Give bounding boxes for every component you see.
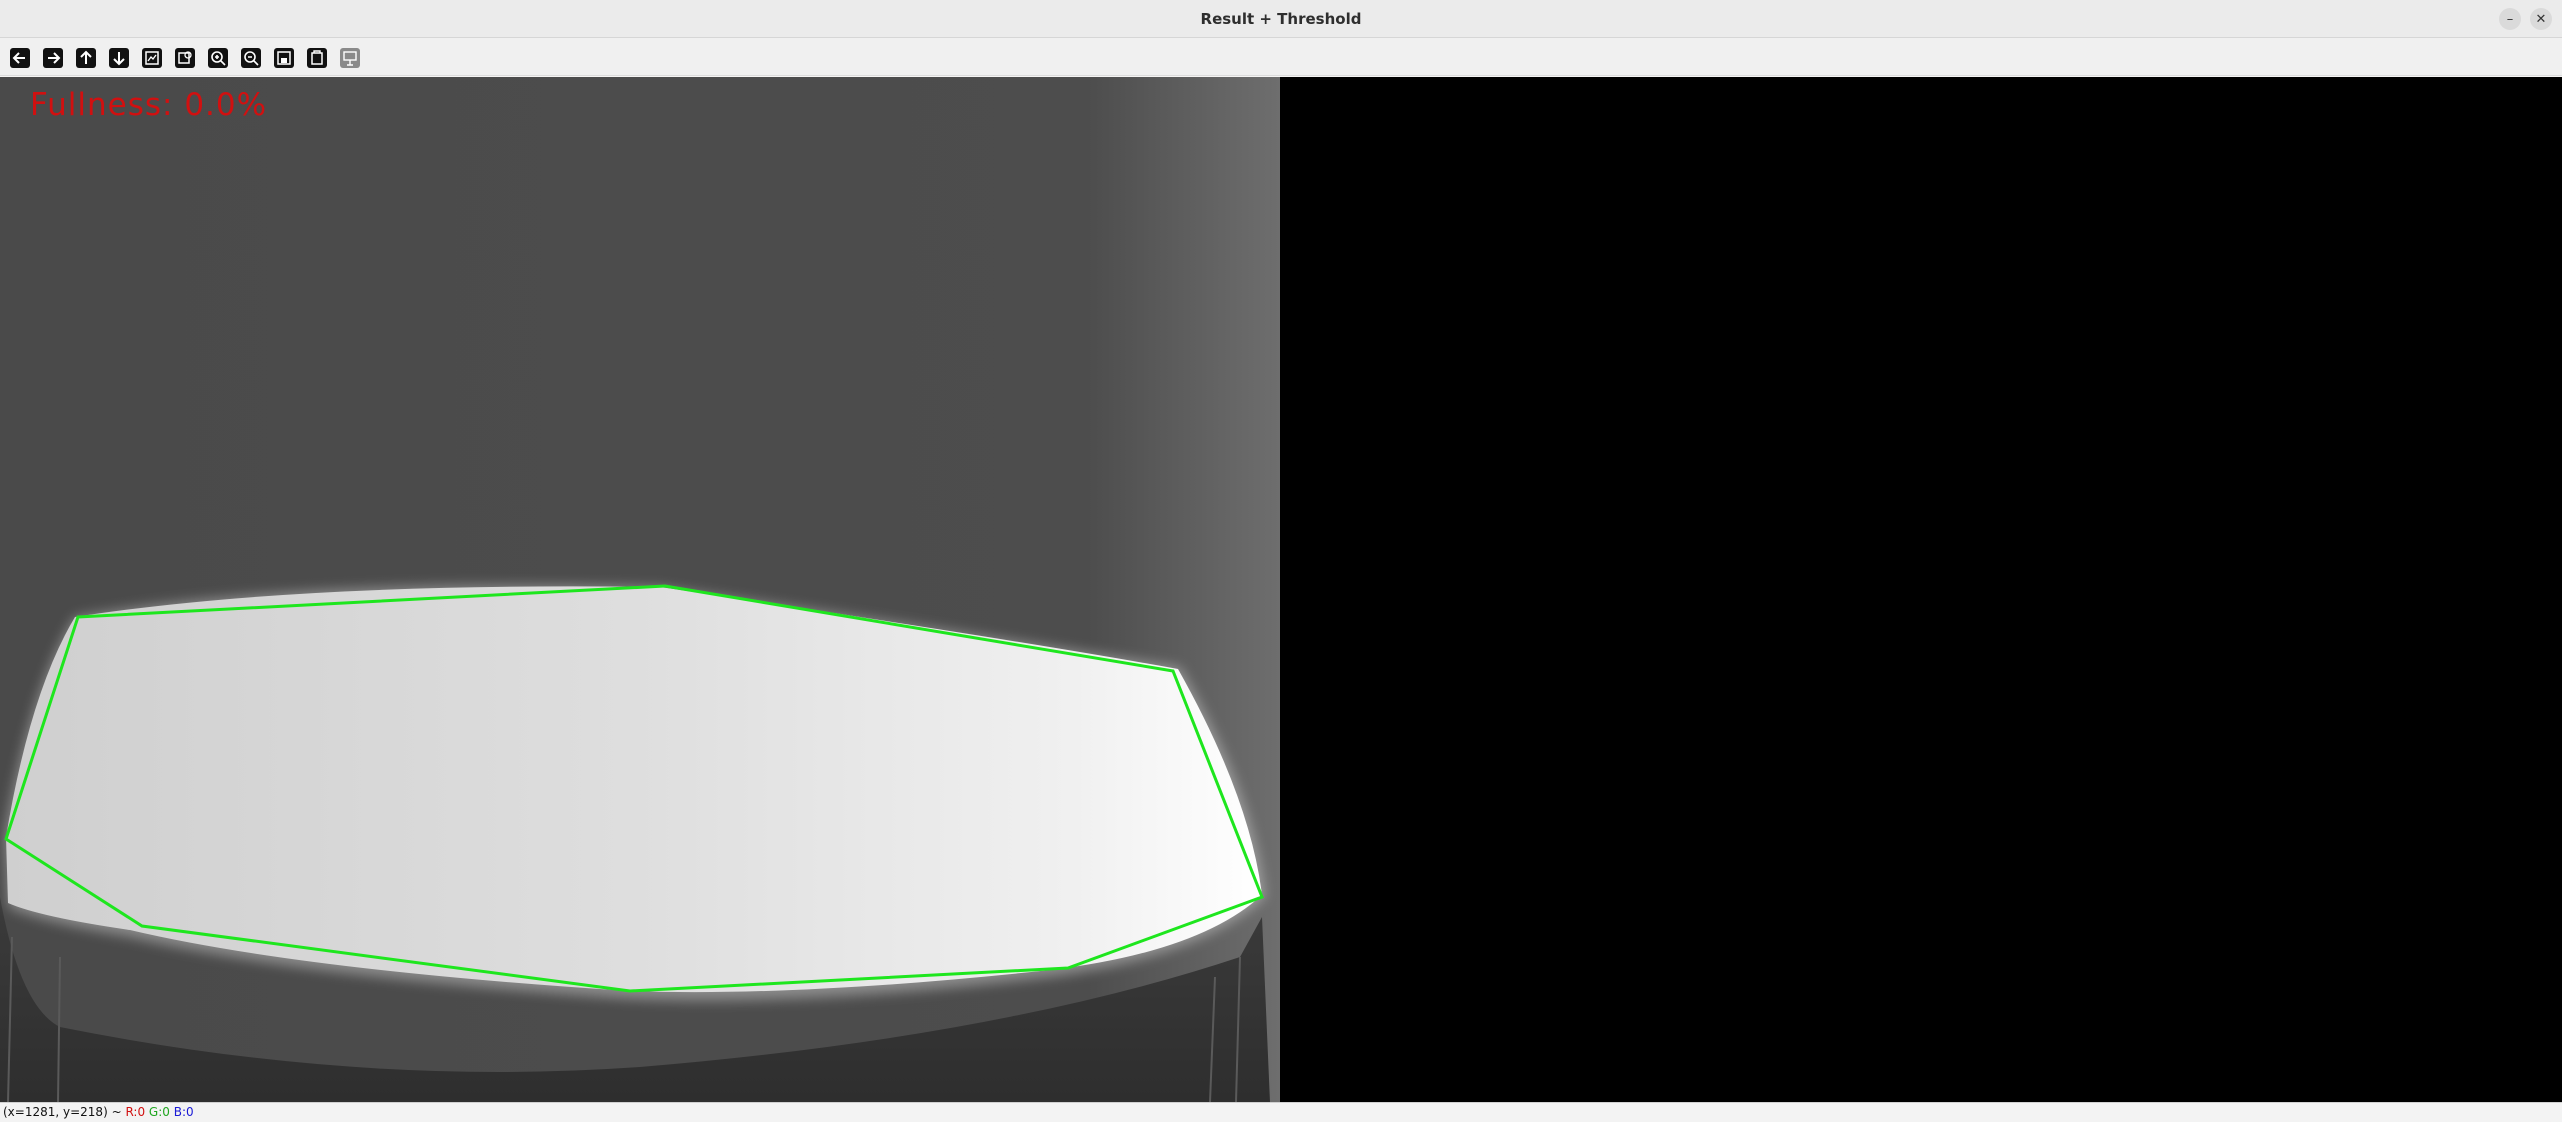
- pan-right-button[interactable]: [41, 46, 65, 70]
- pan-up-button[interactable]: [74, 46, 98, 70]
- close-icon: ✕: [2535, 11, 2547, 27]
- status-r: R:0: [125, 1105, 146, 1119]
- title-bar: Result + Threshold – ✕: [0, 0, 2562, 38]
- status-b: B:0: [173, 1105, 194, 1119]
- result-image-canvas: [0, 77, 1280, 1102]
- window-title: Result + Threshold: [1200, 10, 1362, 28]
- image-viewport[interactable]: Fullness: 0.0%: [0, 77, 2562, 1102]
- fullness-label: Fullness: 0.0%: [30, 87, 268, 123]
- pan-left-button[interactable]: [8, 46, 32, 70]
- arrow-down-icon: [109, 48, 129, 68]
- zoom-in-button[interactable]: [206, 46, 230, 70]
- copy-button[interactable]: [305, 46, 329, 70]
- toolbar: [0, 38, 2562, 76]
- status-bar: (x=1281, y=218) ~ R:0 G:0 B:0: [0, 1102, 2562, 1122]
- minimize-icon: –: [2506, 11, 2514, 27]
- save-button[interactable]: [272, 46, 296, 70]
- arrow-left-icon: [10, 48, 30, 68]
- properties-button[interactable]: [338, 46, 362, 70]
- save-icon: [274, 48, 294, 68]
- status-coords: (x=1281, y=218) ~: [3, 1105, 126, 1119]
- arrow-up-icon: [76, 48, 96, 68]
- zoom-original-button[interactable]: [140, 46, 164, 70]
- zoom-fit-button[interactable]: [173, 46, 197, 70]
- result-image: Fullness: 0.0%: [0, 77, 1280, 1102]
- copy-icon: [307, 48, 327, 68]
- zoom-original-icon: [142, 48, 162, 68]
- minimize-button[interactable]: –: [2499, 8, 2521, 30]
- zoom-out-icon: [241, 48, 261, 68]
- close-button[interactable]: ✕: [2530, 8, 2552, 30]
- properties-icon: [340, 48, 360, 68]
- threshold-image: [1280, 77, 2562, 1102]
- pan-down-button[interactable]: [107, 46, 131, 70]
- arrow-right-icon: [43, 48, 63, 68]
- zoom-in-icon: [208, 48, 228, 68]
- zoom-out-button[interactable]: [239, 46, 263, 70]
- zoom-fit-icon: [175, 48, 195, 68]
- status-g: G:0: [148, 1105, 170, 1119]
